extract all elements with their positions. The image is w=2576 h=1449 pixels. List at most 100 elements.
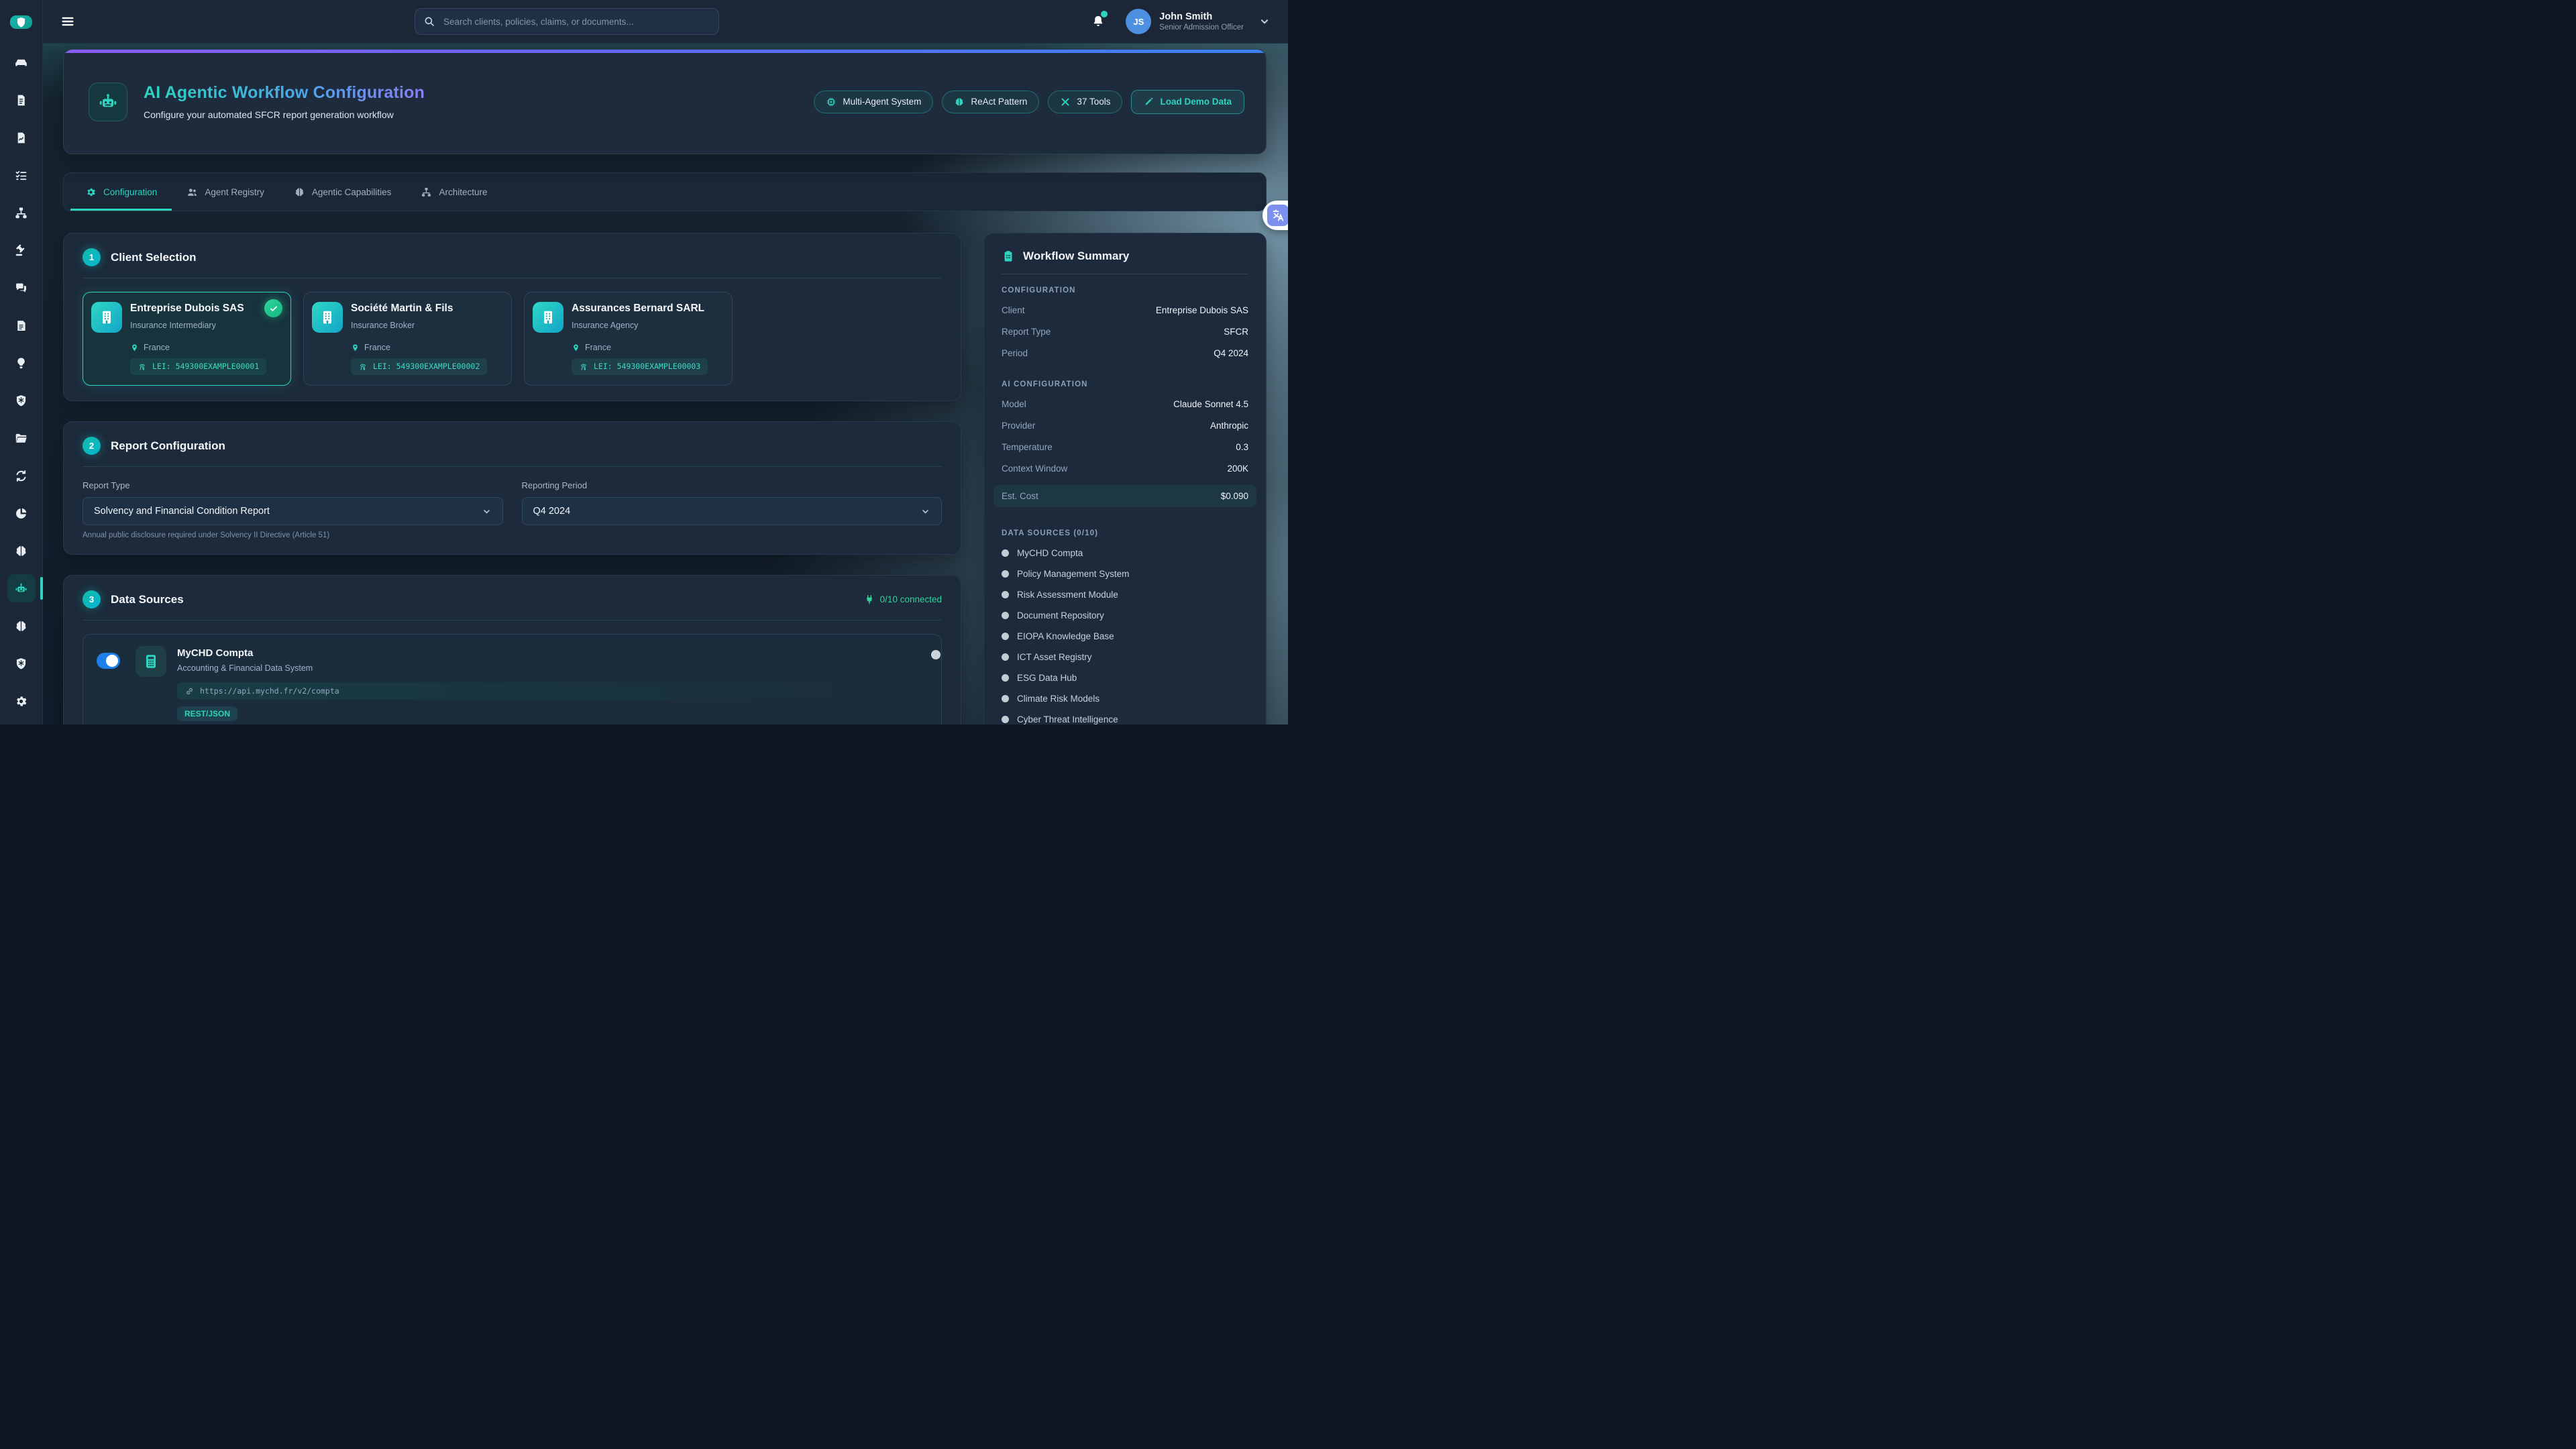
url-text: https://api.mychd.fr/v2/compta	[200, 686, 339, 696]
sidebar-nav	[0, 48, 42, 724]
summary-source-item: Risk Assessment Module	[1002, 590, 1248, 600]
sidebar	[0, 0, 43, 724]
step-number: 2	[83, 437, 101, 455]
sidebar-item-document[interactable]	[7, 86, 36, 114]
summary-title: Workflow Summary	[1023, 250, 1129, 263]
translate-widget[interactable]	[1263, 201, 1288, 230]
sidebar-item-file-chart[interactable]	[7, 123, 36, 152]
client-name: Société Martin & Fils	[351, 303, 453, 315]
summary-config-label: CONFIGURATION	[1002, 286, 1248, 294]
brain-icon	[14, 544, 28, 558]
client-lei-badge: LEI: 549300EXAMPLE00003	[572, 358, 708, 375]
translate-icon	[1267, 205, 1288, 226]
clipboard-icon	[1002, 250, 1015, 263]
reporting-period-value: Q4 2024	[533, 506, 571, 517]
document-icon	[14, 93, 28, 107]
header-badge: ReAct Pattern	[942, 91, 1039, 113]
report-type-label: Report Type	[83, 480, 503, 490]
sidebar-item-pie-chart[interactable]	[7, 499, 36, 527]
network-icon	[421, 186, 432, 198]
format-badge: REST/JSON	[177, 706, 237, 721]
tab-architecture[interactable]: Architecture	[406, 173, 502, 211]
reporting-period-select[interactable]: Q4 2024	[522, 497, 943, 525]
badge-label: ReAct Pattern	[971, 97, 1027, 107]
chevron-down-icon[interactable]	[1258, 15, 1271, 28]
data-sources-section: 3 Data Sources 0/10 connected MyCHD Comp…	[63, 575, 961, 724]
sidebar-item-brain[interactable]	[7, 612, 36, 640]
lei-text: LEI: 549300EXAMPLE00001	[152, 362, 259, 371]
status-dot-icon	[1002, 591, 1009, 598]
sidebar-item-sync[interactable]	[7, 462, 36, 490]
cpu-icon	[826, 96, 837, 107]
client-card[interactable]: Société Martin & FilsInsurance BrokerFra…	[303, 292, 512, 386]
link-icon	[185, 686, 194, 696]
pencil-icon	[1144, 97, 1154, 107]
config-column: 1 Client Selection Entreprise Dubois SAS…	[63, 233, 961, 724]
client-card[interactable]: Entreprise Dubois SASInsurance Intermedi…	[83, 292, 291, 386]
summary-config-rows: ClientEntreprise Dubois SASReport TypeSF…	[1002, 305, 1248, 358]
sidebar-item-checklist[interactable]	[7, 161, 36, 189]
summary-source-item: ICT Asset Registry	[1002, 652, 1248, 662]
search-input[interactable]	[415, 8, 719, 35]
sidebar-item-car[interactable]	[7, 48, 36, 76]
workflow-summary-panel: Workflow Summary CONFIGURATION ClientEnt…	[983, 233, 1267, 724]
sidebar-item-folder[interactable]	[7, 424, 36, 452]
data-source-row: MyCHD Compta Accounting & Financial Data…	[83, 634, 942, 724]
report-type-value: Solvency and Financial Condition Report	[94, 506, 270, 517]
report-type-field: Report Type Solvency and Financial Condi…	[83, 480, 503, 539]
calculator-icon	[136, 646, 166, 677]
status-dot-icon	[1002, 570, 1009, 578]
step-number: 3	[83, 590, 101, 608]
sidebar-item-gear[interactable]	[7, 687, 36, 715]
status-dot-icon	[1002, 549, 1009, 557]
source-name: ESG Data Hub	[1017, 673, 1077, 683]
sidebar-item-shield-gear[interactable]	[7, 649, 36, 678]
summary-row-label: Report Type	[1002, 327, 1051, 337]
tab-bar: ConfigurationAgent RegistryAgentic Capab…	[63, 172, 1267, 211]
notification-badge	[1101, 11, 1108, 17]
summary-source-item: Policy Management System	[1002, 569, 1248, 579]
summary-row-value: $0.090	[1221, 491, 1248, 501]
client-selection-section: 1 Client Selection Entreprise Dubois SAS…	[63, 233, 961, 401]
tab-configuration[interactable]: Configuration	[70, 173, 172, 211]
client-card[interactable]: Assurances Bernard SARLInsurance AgencyF…	[524, 292, 733, 386]
sidebar-item-shield-gear[interactable]	[7, 386, 36, 415]
summary-source-item: ESG Data Hub	[1002, 673, 1248, 683]
summary-row: PeriodQ4 2024	[1002, 348, 1248, 358]
summary-source-item: MyCHD Compta	[1002, 548, 1248, 558]
car-icon	[14, 56, 28, 70]
report-type-select[interactable]: Solvency and Financial Condition Report	[83, 497, 503, 525]
topbar-right: JS John Smith Senior Admission Officer	[1088, 9, 1271, 34]
summary-row: Report TypeSFCR	[1002, 327, 1248, 337]
sidebar-item-file-lines[interactable]	[7, 311, 36, 339]
tab-agent-registry[interactable]: Agent Registry	[172, 173, 279, 211]
app: JS John Smith Senior Admission Officer A…	[0, 0, 1288, 724]
summary-ai-label: AI CONFIGURATION	[1002, 380, 1248, 388]
sidebar-item-lightbulb[interactable]	[7, 349, 36, 377]
fingerprint-icon	[138, 362, 147, 372]
status-dot-icon	[1002, 695, 1009, 702]
sidebar-item-robot[interactable]	[7, 574, 36, 602]
sidebar-item-gavel[interactable]	[7, 236, 36, 264]
client-type: Insurance Agency	[572, 321, 704, 330]
notifications-button[interactable]	[1088, 11, 1108, 32]
sidebar-item-network[interactable]	[7, 199, 36, 227]
client-country: France	[144, 343, 170, 352]
chat-icon	[14, 281, 28, 295]
summary-row-value: 200K	[1227, 464, 1248, 474]
sidebar-item-chat[interactable]	[7, 274, 36, 302]
button-label: Load Demo Data	[1160, 97, 1232, 107]
lei-text: LEI: 549300EXAMPLE00002	[373, 362, 480, 371]
brain-icon	[954, 96, 965, 107]
data-source-toggle[interactable]	[97, 653, 120, 669]
avatar[interactable]: JS	[1126, 9, 1151, 34]
badge-label: Multi-Agent System	[843, 97, 921, 107]
sidebar-item-brain[interactable]	[7, 537, 36, 565]
reporting-period-field: Reporting Period Q4 2024	[522, 480, 943, 539]
summary-row-value: Claude Sonnet 4.5	[1173, 399, 1248, 409]
report-configuration-section: 2 Report Configuration Report Type Solve…	[63, 421, 961, 555]
load-demo-data-button[interactable]: Load Demo Data	[1131, 90, 1244, 114]
tab-agentic-capabilities[interactable]: Agentic Capabilities	[279, 173, 407, 211]
status-dot	[931, 650, 941, 659]
hamburger-menu-button[interactable]	[56, 10, 79, 33]
